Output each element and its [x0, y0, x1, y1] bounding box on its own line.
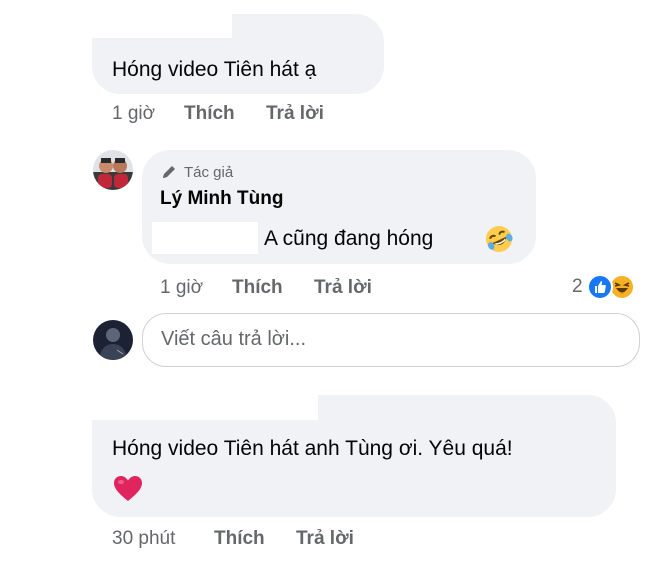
reply-input-placeholder: Viết câu trả lời...: [161, 328, 307, 350]
comment-time[interactable]: 30 phút: [112, 528, 175, 550]
avatar-image: [93, 150, 133, 190]
avatar[interactable]: [93, 150, 133, 190]
like-button[interactable]: Thích: [184, 103, 235, 125]
reply-button[interactable]: Trả lời: [296, 528, 354, 550]
reply-input[interactable]: Viết câu trả lời...: [142, 313, 640, 367]
comment-text: A cũng đang hóng: [264, 227, 434, 250]
red-heart-emoji: [112, 473, 144, 505]
like-button[interactable]: Thích: [232, 277, 283, 299]
comment-author[interactable]: Lý Minh Tùng: [160, 188, 283, 210]
current-user-avatar[interactable]: [93, 320, 133, 360]
author-badge-label: Tác giả: [184, 163, 234, 181]
author-badge: Tác giả: [160, 163, 233, 181]
comment-text: Hóng video Tiên hát anh Tùng ơi. Yêu quá…: [112, 437, 513, 460]
rolling-laughing-emoji: [484, 224, 514, 254]
reactions-summary[interactable]: 2: [572, 274, 635, 300]
comment-time[interactable]: 1 giờ: [112, 103, 155, 125]
redacted-text-mask: [152, 222, 258, 254]
comment-time[interactable]: 1 giờ: [160, 277, 203, 299]
avatar-image: [93, 320, 133, 360]
pen-icon: [160, 163, 178, 181]
comment-text: Hóng video Tiên hát ạ: [112, 58, 317, 81]
like-button[interactable]: Thích: [214, 528, 265, 550]
reaction-count: 2: [572, 276, 583, 297]
redacted-name-mask: [92, 10, 232, 38]
reply-button[interactable]: Trả lời: [314, 277, 372, 299]
thumbs-up-reaction-icon: [586, 274, 613, 300]
reply-button[interactable]: Trả lời: [266, 103, 324, 125]
redacted-name-mask: [92, 390, 318, 420]
